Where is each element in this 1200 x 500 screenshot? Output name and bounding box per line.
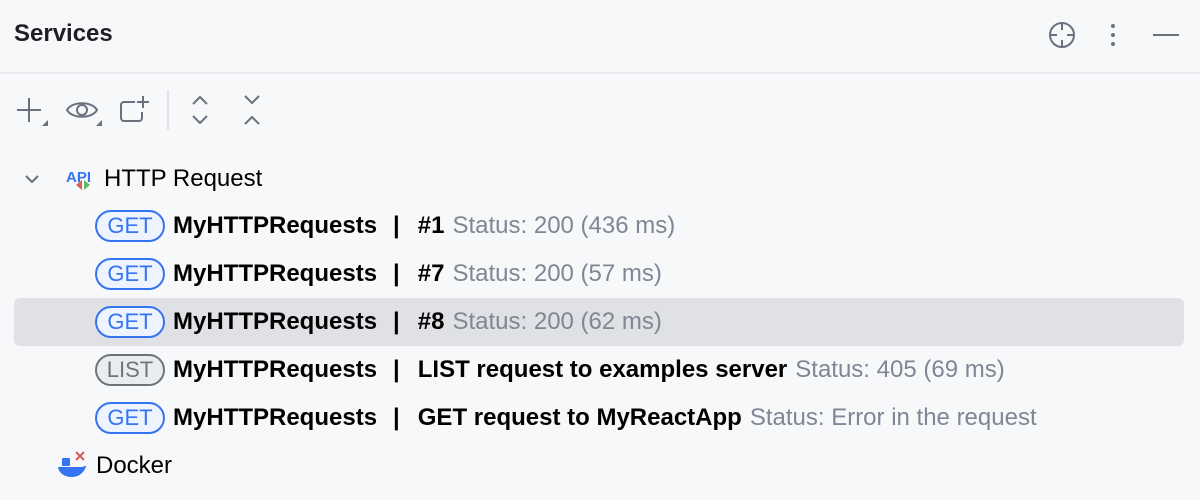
toolbar-divider: [167, 90, 169, 130]
tree-node-docker[interactable]: Docker: [14, 442, 1184, 490]
request-status: Status: 200 (62 ms): [452, 308, 662, 335]
request-file-name: MyHTTPRequests: [173, 356, 378, 383]
request-file-name: MyHTTPRequests: [173, 260, 378, 287]
separator: |: [393, 308, 400, 335]
panel-title: Services: [14, 20, 113, 47]
docker-icon: [58, 451, 86, 477]
separator: |: [393, 212, 400, 239]
separator: |: [393, 356, 400, 383]
more-options-icon[interactable]: [1098, 20, 1128, 50]
method-badge: GET: [95, 258, 165, 290]
request-row[interactable]: GET MyHTTPRequests | #1 Status: 200 (436…: [14, 202, 1184, 250]
request-row[interactable]: GET MyHTTPRequests | #8 Status: 200 (62 …: [14, 298, 1184, 346]
tree-node-label: Docker: [96, 452, 173, 479]
method-badge: GET: [95, 210, 165, 242]
request-title: #1: [417, 212, 445, 239]
method-badge: GET: [95, 402, 165, 434]
collapse-all-icon[interactable]: [232, 92, 272, 128]
request-title: #7: [417, 260, 445, 287]
request-title: LIST request to examples server: [417, 356, 788, 383]
tree-node-label: HTTP Request: [104, 165, 263, 192]
request-row[interactable]: GET MyHTTPRequests | #7 Status: 200 (57 …: [14, 250, 1184, 298]
request-title: #8: [417, 308, 445, 335]
request-status: Status: Error in the request: [749, 404, 1037, 431]
request-status: Status: 200 (436 ms): [452, 212, 676, 239]
request-file-name: MyHTTPRequests: [173, 212, 378, 239]
api-icon: API: [66, 169, 91, 190]
request-title: GET request to MyReactApp: [417, 404, 742, 431]
locate-icon[interactable]: [1047, 20, 1077, 50]
minimize-icon[interactable]: [1152, 20, 1182, 50]
request-status: Status: 405 (69 ms): [795, 356, 1005, 383]
eye-icon[interactable]: [62, 92, 102, 128]
request-file-name: MyHTTPRequests: [173, 308, 378, 335]
request-row[interactable]: GET MyHTTPRequests | GET request to MyRe…: [14, 394, 1184, 442]
request-status: Status: 200 (57 ms): [452, 260, 662, 287]
method-badge: LIST: [95, 354, 165, 386]
separator: |: [393, 404, 400, 431]
separator: |: [393, 260, 400, 287]
request-row[interactable]: LIST MyHTTPRequests | LIST request to ex…: [14, 346, 1184, 394]
new-group-icon[interactable]: [115, 92, 155, 128]
expand-all-icon[interactable]: [180, 92, 220, 128]
chevron-down-icon[interactable]: [22, 169, 42, 189]
services-header: Services: [0, 0, 1200, 74]
request-file-name: MyHTTPRequests: [173, 404, 378, 431]
method-badge: GET: [95, 306, 165, 338]
add-icon[interactable]: [12, 92, 52, 128]
tree-node-http-request[interactable]: API HTTP Request: [14, 155, 1184, 203]
